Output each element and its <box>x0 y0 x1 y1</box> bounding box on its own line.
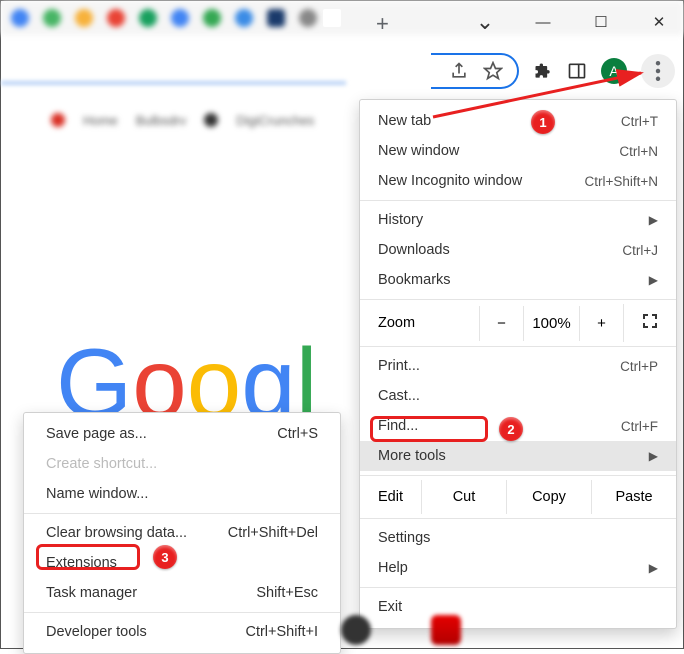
menu-print[interactable]: Print...Ctrl+P <box>360 351 676 381</box>
fullscreen-button[interactable] <box>623 304 676 342</box>
chevron-right-icon: ▶ <box>649 273 658 287</box>
menu-new-incognito[interactable]: New Incognito windowCtrl+Shift+N <box>360 166 676 196</box>
zoom-out-button[interactable]: − <box>479 306 523 341</box>
submenu-extensions[interactable]: Extensions <box>24 548 340 578</box>
active-tab-blurred <box>323 9 341 27</box>
maximize-icon[interactable]: ☐ <box>581 13 621 31</box>
bookmark-star-icon[interactable] <box>483 61 503 81</box>
bottom-blurred-icons <box>1 612 684 648</box>
dropdown-chevron-icon[interactable]: ⌄ <box>465 9 505 35</box>
kebab-menu-icon <box>648 61 668 81</box>
close-icon[interactable]: ✕ <box>639 13 679 31</box>
menu-settings[interactable]: Settings <box>360 523 676 553</box>
chevron-right-icon: ▶ <box>649 561 658 575</box>
extensions-puzzle-icon[interactable] <box>533 61 553 81</box>
profile-avatar[interactable]: A <box>601 58 627 84</box>
menu-history[interactable]: History▶ <box>360 205 676 235</box>
menu-edit: Edit Cut Copy Paste <box>360 480 676 514</box>
submenu-task-manager[interactable]: Task managerShift+Esc <box>24 578 340 608</box>
menu-downloads[interactable]: DownloadsCtrl+J <box>360 235 676 265</box>
menu-help[interactable]: Help▶ <box>360 553 676 583</box>
chrome-main-menu: New tabCtrl+T New windowCtrl+N New Incog… <box>359 99 677 629</box>
menu-bookmarks[interactable]: Bookmarks▶ <box>360 265 676 295</box>
edit-cut-button[interactable]: Cut <box>421 480 506 514</box>
share-icon[interactable] <box>449 61 469 81</box>
menu-button[interactable] <box>641 54 675 88</box>
menu-new-window[interactable]: New windowCtrl+N <box>360 136 676 166</box>
minimize-icon[interactable]: — <box>523 14 563 31</box>
menu-zoom: Zoom − 100% + <box>360 304 676 342</box>
addrbar-blurred <box>1 81 346 85</box>
zoom-value: 100% <box>523 306 579 341</box>
bookmarks-bar-blurred: HomeBulbsdrv DigiCrunches <box>1 105 346 135</box>
submenu-clear-browsing[interactable]: Clear browsing data...Ctrl+Shift+Del <box>24 518 340 548</box>
chevron-right-icon: ▶ <box>649 449 658 463</box>
zoom-in-button[interactable]: + <box>579 306 623 341</box>
menu-more-tools[interactable]: More tools▶ <box>360 441 676 471</box>
sidepanel-icon[interactable] <box>567 61 587 81</box>
fullscreen-icon <box>642 313 658 329</box>
edit-paste-button[interactable]: Paste <box>591 480 676 514</box>
submenu-name-window[interactable]: Name window... <box>24 479 340 509</box>
new-tab-button[interactable]: + <box>376 11 389 37</box>
edit-copy-button[interactable]: Copy <box>506 480 591 514</box>
submenu-save-page[interactable]: Save page as...Ctrl+S <box>24 419 340 449</box>
menu-cast[interactable]: Cast... <box>360 381 676 411</box>
menu-find[interactable]: Find...Ctrl+F <box>360 411 676 441</box>
submenu-create-shortcut: Create shortcut... <box>24 449 340 479</box>
menu-new-tab[interactable]: New tabCtrl+T <box>360 106 676 136</box>
chevron-right-icon: ▶ <box>649 213 658 227</box>
